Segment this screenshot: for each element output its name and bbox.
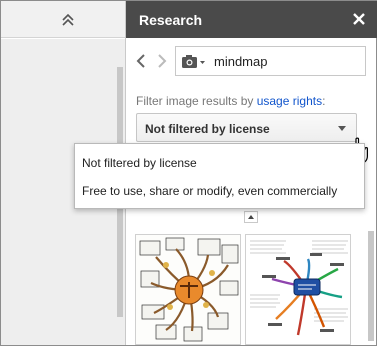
search-query: mindmap — [214, 54, 268, 69]
double-chevron-up-icon[interactable] — [59, 11, 77, 29]
image-result-1[interactable] — [135, 234, 241, 345]
panel-scrollbar[interactable] — [368, 231, 374, 341]
filter-label: Filter image results by usage rights: — [136, 94, 325, 108]
license-filter-select[interactable]: Not filtered by license — [136, 113, 357, 142]
triangle-down-icon — [338, 126, 346, 131]
close-icon[interactable] — [351, 11, 367, 27]
panel-header: Research — [126, 1, 377, 38]
license-filter-menu: Not filtered by license Free to use, sha… — [74, 143, 365, 209]
filter-suffix: : — [322, 94, 326, 108]
doc-toolbar — [1, 1, 125, 38]
camera-icon[interactable] — [182, 55, 206, 69]
search-input[interactable]: mindmap — [175, 46, 366, 76]
filter-prefix: Filter image results by — [136, 94, 257, 108]
license-filter-value: Not filtered by license — [145, 122, 270, 136]
panel-title: Research — [139, 12, 203, 28]
triangle-up-icon — [248, 215, 254, 219]
scroll-up-button[interactable] — [244, 211, 258, 223]
image-result-2[interactable] — [245, 234, 351, 345]
chevron-left-icon[interactable] — [135, 53, 147, 69]
chevron-right-icon[interactable] — [156, 53, 168, 69]
menu-option-free-commercial[interactable]: Free to use, share or modify, even comme… — [82, 184, 337, 198]
menu-option-not-filtered[interactable]: Not filtered by license — [82, 156, 197, 170]
usage-rights-link[interactable]: usage rights — [257, 94, 322, 108]
